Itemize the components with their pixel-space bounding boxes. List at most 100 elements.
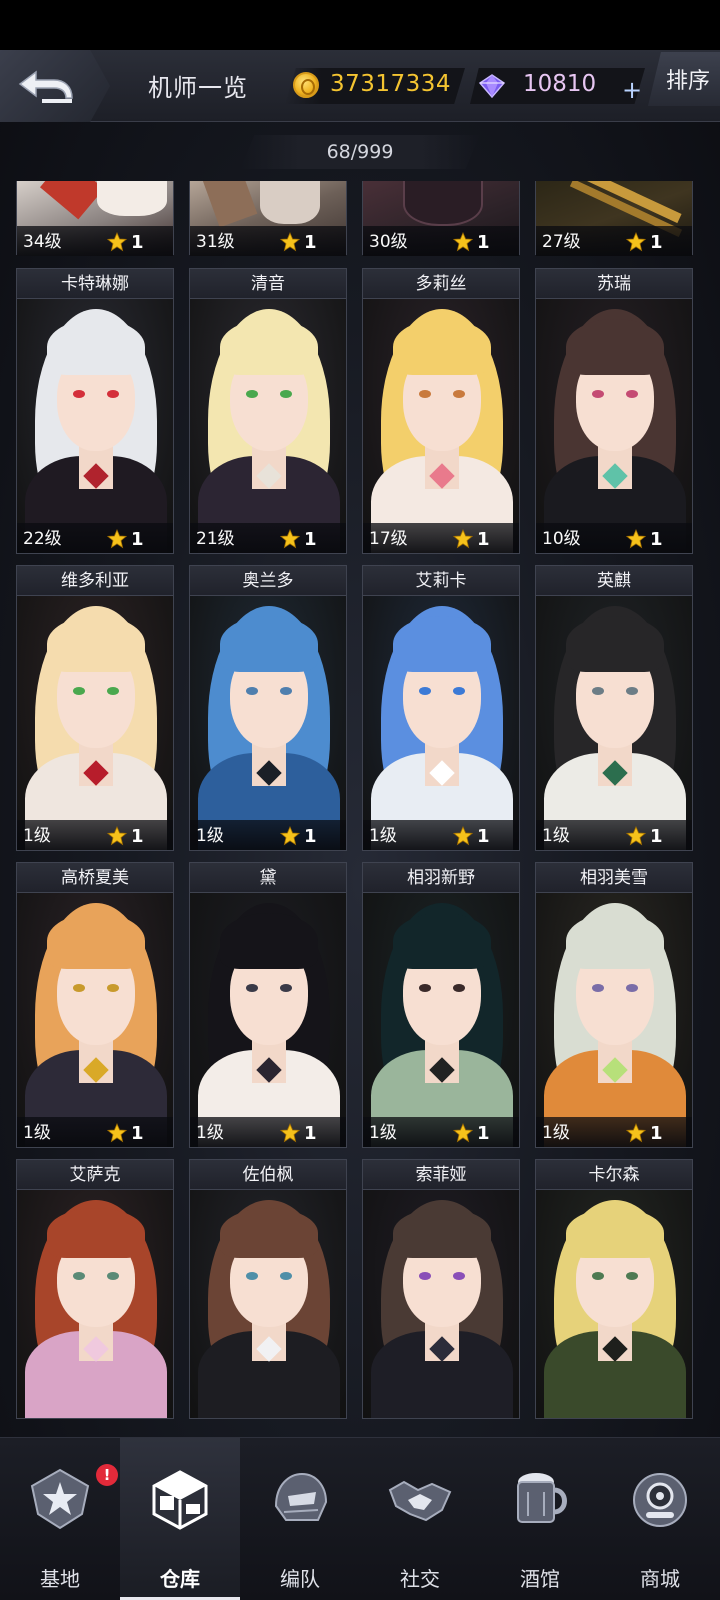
star-icon <box>279 825 301 846</box>
back-arrow-icon <box>18 70 73 103</box>
nav-base[interactable]: ! 基地 <box>0 1438 120 1600</box>
nav-warehouse[interactable]: 仓库 <box>120 1438 240 1600</box>
star-icon <box>625 528 647 549</box>
pilot-level: 27级 <box>542 232 581 252</box>
warehouse-cube-icon <box>152 1470 208 1530</box>
pilot-card[interactable]: 英麒 1级 1 <box>535 565 693 851</box>
gem-amount: 10810 <box>523 71 597 97</box>
star-icon <box>279 1122 301 1143</box>
pilot-portrait <box>17 299 173 553</box>
nav-label: 基地 <box>40 1567 80 1591</box>
star-count: 1 <box>477 232 490 253</box>
nav-label: 酒馆 <box>520 1567 560 1591</box>
star-count: 1 <box>650 826 663 847</box>
tavern-mug-icon <box>517 1473 567 1523</box>
star-icon <box>106 231 128 252</box>
status-strip <box>0 0 720 50</box>
pilot-card[interactable]: 黛 1级 1 <box>189 862 347 1148</box>
star-icon <box>106 1122 128 1143</box>
pilot-level: 17级 <box>369 529 408 549</box>
add-gems-button[interactable]: + <box>614 76 650 104</box>
roster-count: 68/999 <box>240 135 480 169</box>
pilot-portrait <box>536 596 692 850</box>
gold-coin-icon <box>293 72 319 98</box>
star-count: 1 <box>131 232 144 253</box>
pilot-portrait <box>17 893 173 1147</box>
star-icon <box>279 231 301 252</box>
pilot-portrait <box>17 596 173 850</box>
pilot-name: 苏瑞 <box>536 269 692 299</box>
pilot-roster-screen: 机师一览 37317334 10810 + 排序 68/999 34级 1 31… <box>0 0 720 1600</box>
pilot-card[interactable]: 27级 1 <box>535 181 693 256</box>
page-title: 机师一览 <box>148 74 248 102</box>
back-button[interactable] <box>0 50 110 122</box>
star-icon <box>452 528 474 549</box>
pilot-name: 艾萨克 <box>17 1160 173 1190</box>
pilot-card[interactable]: 卡特琳娜 22级 1 <box>16 268 174 554</box>
base-star-icon <box>30 1468 90 1530</box>
pilot-portrait <box>363 299 519 553</box>
star-icon <box>452 231 474 252</box>
pilot-card[interactable]: 相羽美雪 1级 1 <box>535 862 693 1148</box>
pilot-card[interactable]: 索菲娅 <box>362 1159 520 1419</box>
pilot-card[interactable]: 清音 21级 1 <box>189 268 347 554</box>
star-count: 1 <box>477 529 490 550</box>
star-icon <box>452 825 474 846</box>
nav-shop[interactable]: 商城 <box>600 1438 720 1600</box>
pilot-name: 清音 <box>190 269 346 299</box>
pilot-grid[interactable]: 34级 1 31级 1 30级 1 27级 1 卡特琳娜 22级 1 清音 21… <box>16 181 706 1431</box>
pilot-card[interactable]: 奥兰多 1级 1 <box>189 565 347 851</box>
star-count: 1 <box>131 1123 144 1144</box>
pilot-card[interactable]: 34级 1 <box>16 181 174 256</box>
star-count: 1 <box>304 1123 317 1144</box>
pilot-card[interactable]: 艾莉卡 1级 1 <box>362 565 520 851</box>
pilot-level: 10级 <box>542 529 581 549</box>
star-count: 1 <box>131 826 144 847</box>
pilot-name: 卡特琳娜 <box>17 269 173 299</box>
nav-label: 社交 <box>400 1567 440 1591</box>
pilot-level: 1级 <box>542 826 570 846</box>
pilot-card[interactable]: 高桥夏美 1级 1 <box>16 862 174 1148</box>
handshake-icon <box>388 1480 452 1522</box>
nav-label: 仓库 <box>160 1567 200 1591</box>
notification-badge: ! <box>96 1464 118 1486</box>
bottom-navigation: ! 基地 仓库 编队 社交 酒馆 商城 <box>0 1437 720 1600</box>
pilot-portrait <box>363 596 519 850</box>
pilot-name: 索菲娅 <box>363 1160 519 1190</box>
pilot-portrait <box>536 893 692 1147</box>
pilot-card[interactable]: 佐伯枫 <box>189 1159 347 1419</box>
pilot-name: 高桥夏美 <box>17 863 173 893</box>
pilot-card[interactable]: 30级 1 <box>362 181 520 256</box>
pilot-card[interactable]: 卡尔森 <box>535 1159 693 1419</box>
pilot-portrait <box>363 1190 519 1418</box>
pilot-portrait <box>17 1190 173 1418</box>
star-count: 1 <box>477 826 490 847</box>
pilot-level: 1级 <box>196 826 224 846</box>
pilot-card[interactable]: 31级 1 <box>189 181 347 256</box>
pilot-card[interactable]: 苏瑞 10级 1 <box>535 268 693 554</box>
pilot-portrait <box>536 299 692 553</box>
pilot-level: 21级 <box>196 529 235 549</box>
pilot-portrait <box>536 1190 692 1418</box>
nav-social[interactable]: 社交 <box>360 1438 480 1600</box>
pilot-card[interactable]: 相羽新野 1级 1 <box>362 862 520 1148</box>
star-icon <box>279 528 301 549</box>
shop-robot-icon <box>633 1473 687 1527</box>
pilot-level: 1级 <box>23 826 51 846</box>
star-icon <box>625 825 647 846</box>
pilot-level: 30级 <box>369 232 408 252</box>
pilot-portrait <box>190 893 346 1147</box>
nav-label: 商城 <box>640 1567 680 1591</box>
star-icon <box>106 528 128 549</box>
formation-helmet-icon <box>274 1472 328 1521</box>
pilot-level: 1级 <box>542 1123 570 1143</box>
nav-tavern[interactable]: 酒馆 <box>480 1438 600 1600</box>
pilot-card[interactable]: 维多利亚 1级 1 <box>16 565 174 851</box>
nav-formation[interactable]: 编队 <box>240 1438 360 1600</box>
pilot-card[interactable]: 艾萨克 <box>16 1159 174 1419</box>
pilot-card[interactable]: 多莉丝 17级 1 <box>362 268 520 554</box>
nav-label: 编队 <box>280 1567 320 1591</box>
pilot-level: 22级 <box>23 529 62 549</box>
gold-amount: 37317334 <box>330 71 452 97</box>
pilot-name: 艾莉卡 <box>363 566 519 596</box>
